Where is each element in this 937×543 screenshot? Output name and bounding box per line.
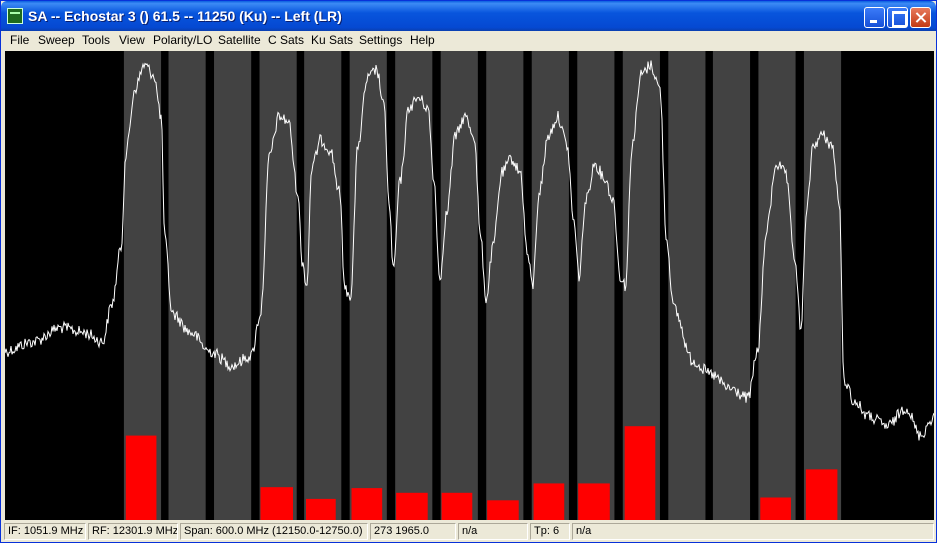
- status-bar: IF: 1051.9 MHz RF: 12301.9 MHz Span: 600…: [2, 521, 935, 542]
- signal-level-bar: [487, 500, 519, 520]
- status-field-7: n/a: [572, 523, 934, 540]
- channel-band[interactable]: [803, 51, 842, 520]
- status-coordinates: 273 1965.0: [370, 523, 456, 540]
- channel-band[interactable]: [758, 51, 796, 520]
- maximize-icon[interactable]: [887, 7, 908, 28]
- app-window: SA -- Echostar 3 () 61.5 -- 11250 (Ku) -…: [0, 0, 937, 543]
- minimize-icon[interactable]: [864, 7, 885, 28]
- menu-settings[interactable]: Settings: [359, 33, 402, 47]
- channel-band[interactable]: [712, 51, 751, 520]
- channel-band[interactable]: [349, 51, 387, 520]
- menu-bar: File Sweep Tools View Polarity/LO Satell…: [2, 31, 935, 50]
- channel-band[interactable]: [668, 51, 706, 520]
- menu-ku-sats[interactable]: Ku Sats: [311, 33, 353, 47]
- channel-band[interactable]: [486, 51, 524, 520]
- signal-level-bar: [125, 435, 157, 520]
- menu-view[interactable]: View: [119, 33, 145, 47]
- channel-band[interactable]: [577, 51, 615, 520]
- signal-level-bar: [578, 483, 610, 520]
- status-transponder: Tp: 6: [530, 523, 570, 540]
- signal-level-bar: [305, 498, 336, 520]
- app-icon[interactable]: [7, 8, 23, 24]
- status-field-5: n/a: [458, 523, 528, 540]
- channel-band[interactable]: [168, 51, 206, 520]
- title-bar[interactable]: SA -- Echostar 3 () 61.5 -- 11250 (Ku) -…: [1, 1, 936, 31]
- status-span: Span: 600.0 MHz (12150.0-12750.0): [180, 523, 368, 540]
- menu-sweep[interactable]: Sweep: [38, 33, 75, 47]
- menu-help[interactable]: Help: [410, 33, 435, 47]
- menu-polarity-lo[interactable]: Polarity/LO: [153, 33, 212, 47]
- signal-level-bar: [351, 488, 383, 520]
- window-title: SA -- Echostar 3 () 61.5 -- 11250 (Ku) -…: [28, 8, 342, 24]
- signal-level-bar: [760, 497, 791, 520]
- close-icon[interactable]: [910, 7, 931, 28]
- channel-band[interactable]: [214, 51, 252, 520]
- spectrum-plot[interactable]: [5, 51, 934, 520]
- status-if: IF: 1051.9 MHz: [4, 523, 86, 540]
- signal-level-bar: [260, 487, 293, 520]
- channel-band[interactable]: [440, 51, 478, 520]
- channel-band[interactable]: [304, 51, 342, 520]
- channel-band[interactable]: [531, 51, 569, 520]
- signal-level-bar: [396, 492, 428, 520]
- signal-level-bar: [624, 426, 656, 520]
- channel-band[interactable]: [259, 51, 297, 520]
- menu-c-sats[interactable]: C Sats: [268, 33, 304, 47]
- signal-level-bar: [533, 483, 565, 520]
- channel-band[interactable]: [395, 51, 433, 520]
- menu-file[interactable]: File: [10, 33, 29, 47]
- spectrum-svg[interactable]: [5, 51, 934, 520]
- status-rf: RF: 12301.9 MHz: [88, 523, 178, 540]
- menu-tools[interactable]: Tools: [82, 33, 110, 47]
- signal-level-bar: [441, 492, 473, 520]
- menu-satellite[interactable]: Satellite: [218, 33, 261, 47]
- signal-level-bar: [805, 469, 838, 520]
